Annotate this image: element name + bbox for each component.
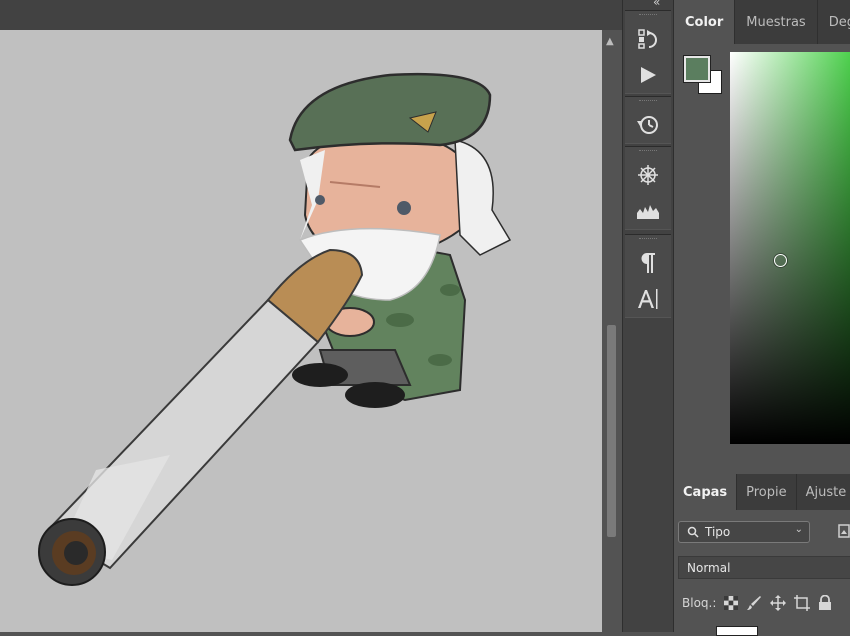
layers-panel-tabs: Capas Propie Ajuste Tr (674, 474, 850, 510)
document-tab-bar (0, 0, 622, 30)
lock-position-move-icon[interactable] (770, 595, 787, 611)
panel-dock-strip: « (622, 0, 674, 632)
color-swatches (683, 55, 724, 96)
character-icon (638, 289, 658, 309)
adjust-wheel-button[interactable] (625, 157, 671, 193)
lock-artboard-crop-icon[interactable] (794, 595, 811, 611)
history-icon (637, 116, 658, 134)
group-grip[interactable] (639, 14, 657, 21)
scrollbar-thumb[interactable] (607, 325, 616, 537)
search-icon (687, 526, 699, 538)
tool-group-text (625, 234, 671, 318)
color-picker-cursor[interactable] (774, 254, 787, 267)
play-action-icon (641, 67, 656, 83)
lock-transparency-icon[interactable] (724, 596, 739, 610)
chevron-down-icon: ⌄ (794, 524, 803, 535)
layer-filter-label: Tipo (705, 525, 731, 539)
right-panel: Color Muestras Degra Capas Propie Ajuste… (674, 0, 850, 636)
foreground-color-swatch[interactable] (683, 55, 711, 83)
histogram-button[interactable] (625, 193, 671, 229)
tab-color[interactable]: Color (674, 0, 736, 44)
image-filter-icon[interactable] (838, 524, 850, 538)
tab-layers[interactable]: Capas (674, 474, 738, 510)
canvas-vertical-scrollbar[interactable]: ▲ (602, 30, 620, 632)
paragraph-button[interactable] (625, 245, 671, 281)
histogram-icon (637, 205, 659, 219)
group-grip[interactable] (639, 238, 657, 245)
layer-thumbnail[interactable] (716, 626, 758, 636)
canvas-artwork (38, 72, 512, 586)
tab-properties[interactable]: Propie (737, 474, 797, 510)
scroll-up-icon[interactable]: ▲ (606, 36, 614, 47)
tab-gradients[interactable]: Degra (818, 0, 850, 44)
lock-pixels-brush-icon[interactable] (746, 595, 762, 611)
play-action-button[interactable] (625, 57, 671, 93)
adjust-wheel-icon (638, 165, 658, 185)
brush-preset-button[interactable] (625, 21, 671, 57)
history-button[interactable] (625, 107, 671, 143)
blend-mode-select[interactable]: Normal (678, 556, 850, 579)
lock-row: Bloq.: (682, 592, 832, 614)
layer-filter-select[interactable]: Tipo ⌄ (678, 521, 810, 543)
tool-group-history (625, 96, 671, 144)
tool-group-adjust (625, 146, 671, 230)
group-grip[interactable] (639, 150, 657, 157)
canvas-area[interactable] (0, 30, 602, 632)
tool-group-actions (625, 10, 671, 94)
brush-preset-icon (638, 29, 657, 49)
collapse-panels-icon[interactable]: « (653, 0, 660, 9)
character-button[interactable] (625, 281, 671, 317)
group-grip[interactable] (639, 100, 657, 107)
color-panel-tabs: Color Muestras Degra (674, 0, 850, 44)
color-picker-field[interactable] (730, 52, 850, 444)
paragraph-icon (641, 253, 655, 273)
tab-adjustments[interactable]: Ajuste (797, 474, 850, 510)
lock-all-icon[interactable] (818, 595, 832, 611)
lock-label: Bloq.: (682, 596, 717, 610)
tab-swatches[interactable]: Muestras (735, 0, 818, 44)
